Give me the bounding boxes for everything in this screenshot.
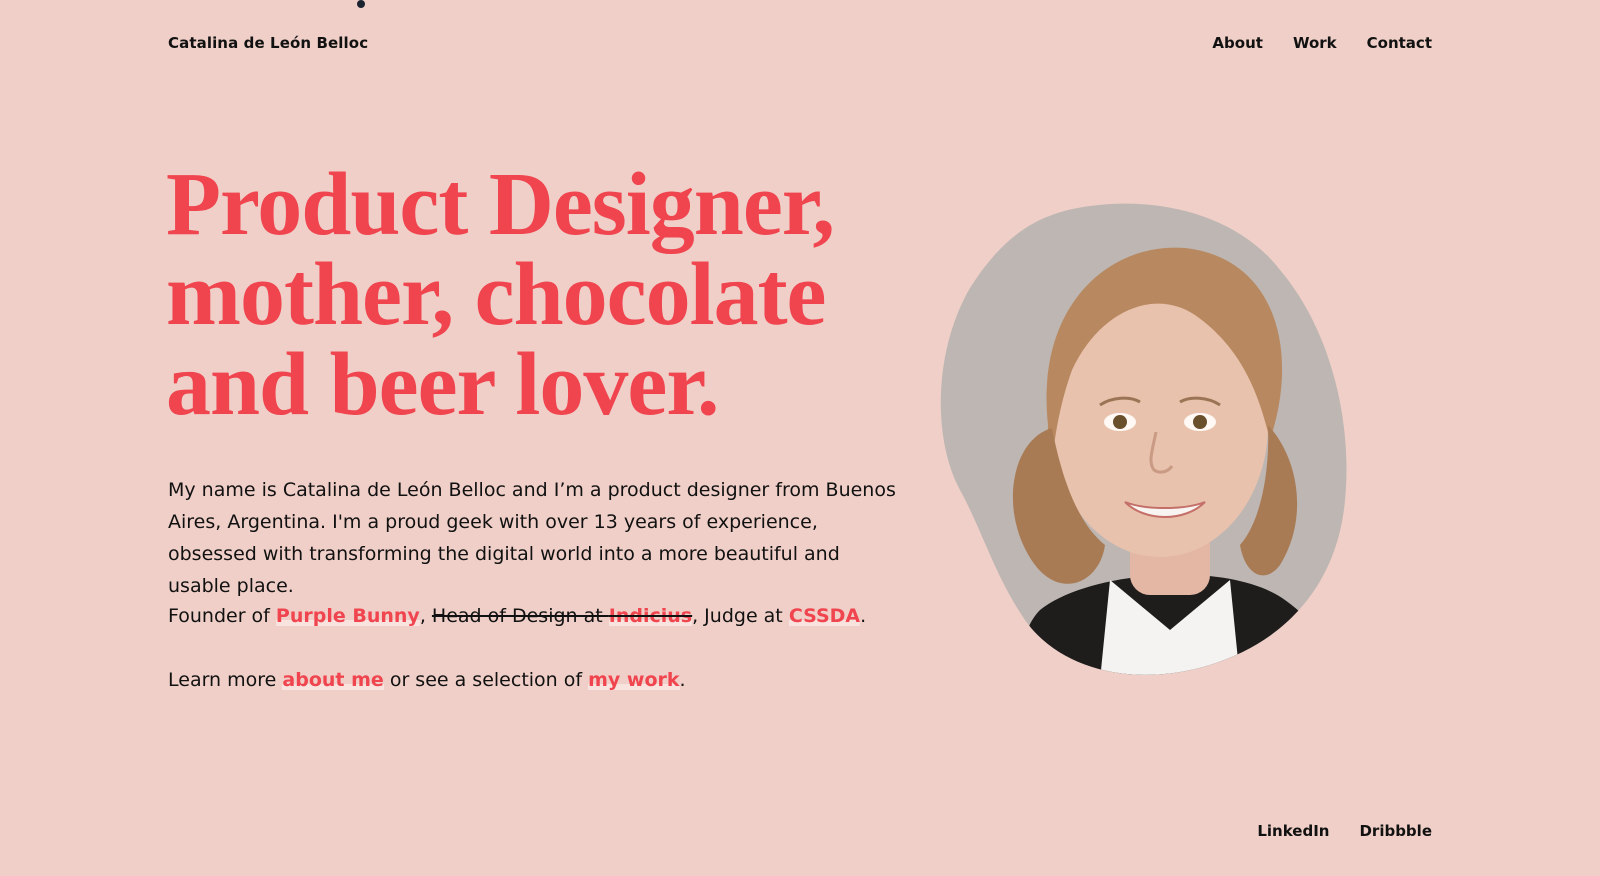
- my-work-link[interactable]: my work: [588, 669, 680, 691]
- roles-text: Founder of: [168, 605, 276, 627]
- nav-link-contact[interactable]: Contact: [1367, 34, 1432, 52]
- cssda-link[interactable]: CSSDA: [788, 605, 861, 627]
- intro-paragraph: My name is Catalina de León Belloc and I…: [168, 479, 896, 597]
- nav-link-work[interactable]: Work: [1293, 34, 1337, 52]
- portrait-photo: [940, 203, 1347, 675]
- about-me-link[interactable]: about me: [282, 669, 384, 691]
- headline-line: and beer lover.: [166, 335, 720, 434]
- linkedin-link[interactable]: LinkedIn: [1257, 822, 1329, 840]
- purple-bunny-link[interactable]: Purple Bunny: [275, 605, 420, 627]
- cursor-dot: [357, 0, 365, 8]
- headline-line: mother, chocolate: [166, 245, 826, 344]
- hero-headline: Product Designer, mother, chocolate and …: [166, 160, 926, 430]
- roles-text: , Judge at: [692, 605, 789, 627]
- learn-text: Learn more: [168, 669, 283, 691]
- top-navigation: About Work Contact: [1212, 34, 1432, 52]
- nav-link-about[interactable]: About: [1212, 34, 1263, 52]
- roles-paragraph: Founder of Purple Bunny, Head of Design …: [168, 600, 898, 632]
- roles-text: .: [860, 605, 867, 627]
- roles-text: ,: [419, 605, 432, 627]
- site-name-link[interactable]: Catalina de León Belloc: [168, 34, 368, 52]
- learn-more-paragraph: Learn more about me or see a selection o…: [168, 664, 898, 696]
- former-role-text: Head of Design at: [431, 605, 609, 627]
- headline-line: Product Designer,: [166, 155, 835, 254]
- social-links: LinkedIn Dribbble: [1257, 822, 1432, 840]
- former-role: Head of Design at Indicius: [431, 605, 693, 627]
- learn-text: .: [679, 669, 686, 691]
- dribbble-link[interactable]: Dribbble: [1359, 822, 1432, 840]
- indicius-link[interactable]: Indicius: [608, 605, 693, 627]
- learn-text: or see a selection of: [383, 669, 589, 691]
